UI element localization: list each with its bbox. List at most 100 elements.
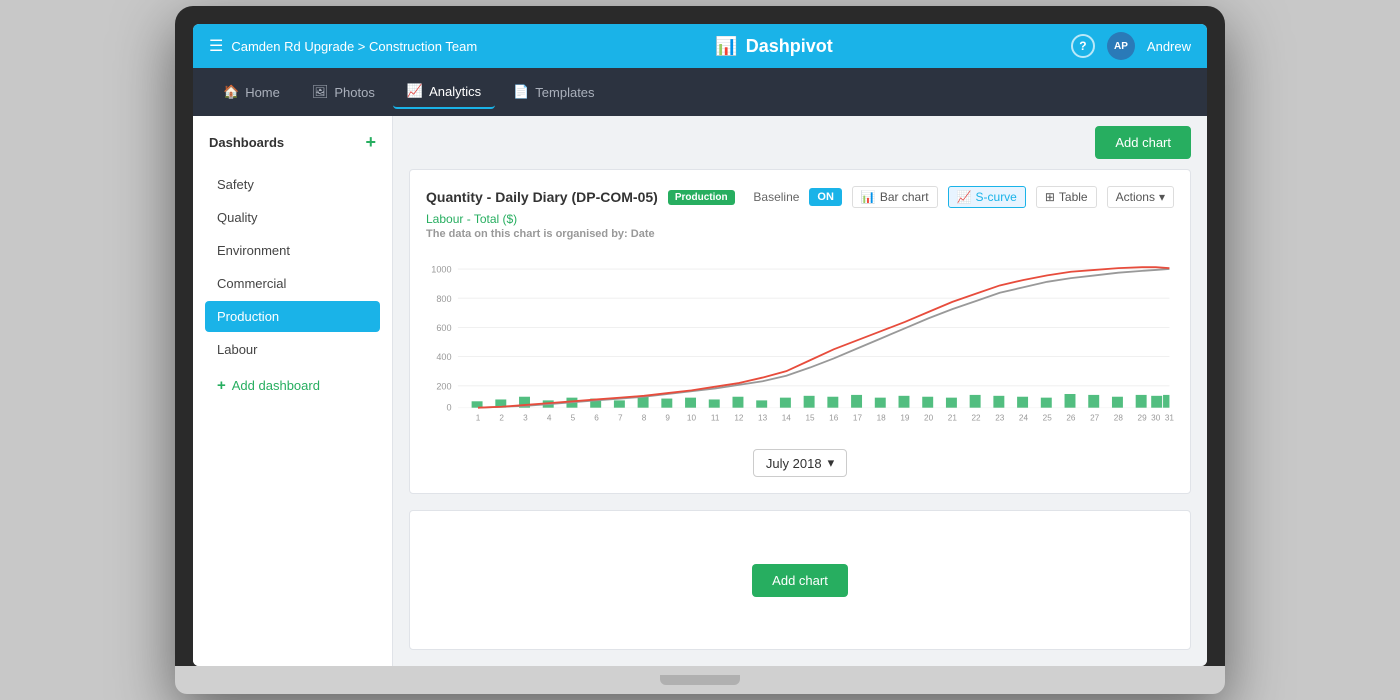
svg-text:17: 17 bbox=[853, 413, 863, 422]
s-curve-button[interactable]: 📈 S-curve bbox=[948, 186, 1026, 208]
sidebar-item-safety[interactable]: Safety bbox=[205, 169, 380, 200]
laptop-screen: ☰ Camden Rd Upgrade > Construction Team … bbox=[193, 24, 1207, 666]
bar-chart-label: Bar chart bbox=[880, 190, 929, 204]
chart-data-note: The data on this chart is organised by: … bbox=[426, 228, 1174, 240]
svg-text:15: 15 bbox=[805, 413, 815, 422]
breadcrumb: Camden Rd Upgrade > Construction Team bbox=[231, 39, 477, 54]
add-dashboard-button[interactable]: + Add dashboard bbox=[205, 369, 380, 402]
svg-text:1: 1 bbox=[476, 413, 481, 422]
svg-text:7: 7 bbox=[618, 413, 623, 422]
dashpivot-logo-icon: 📊 bbox=[715, 36, 737, 57]
hamburger-icon[interactable]: ☰ bbox=[209, 36, 223, 56]
s-curve-label: S-curve bbox=[976, 190, 1017, 204]
chart-title-row: Quantity - Daily Diary (DP-COM-05) Produ… bbox=[426, 189, 735, 205]
svg-text:31: 31 bbox=[1165, 413, 1174, 422]
sidebar: Dashboards + Safety Quality Environment … bbox=[193, 116, 393, 666]
bar-chart-icon: 📊 bbox=[861, 190, 876, 204]
laptop-base bbox=[175, 666, 1225, 694]
add-dashboard-label: Add dashboard bbox=[232, 378, 320, 393]
svg-text:29: 29 bbox=[1138, 413, 1148, 422]
svg-text:11: 11 bbox=[711, 413, 720, 422]
svg-text:30: 30 bbox=[1151, 413, 1161, 422]
nav-label-home: Home bbox=[245, 85, 280, 100]
nav-label-templates: Templates bbox=[535, 85, 594, 100]
svg-text:21: 21 bbox=[948, 413, 958, 422]
date-selector: July 2018 ▾ bbox=[426, 449, 1174, 477]
svg-text:19: 19 bbox=[900, 413, 910, 422]
add-dashboard-icon[interactable]: + bbox=[365, 132, 376, 153]
app-name: Dashpivot bbox=[746, 36, 833, 57]
sidebar-item-commercial[interactable]: Commercial bbox=[205, 268, 380, 299]
date-value: July 2018 bbox=[766, 456, 822, 471]
nav-label-analytics: Analytics bbox=[429, 84, 481, 99]
user-avatar: AP bbox=[1107, 32, 1135, 60]
main-content: Dashboards + Safety Quality Environment … bbox=[193, 116, 1207, 666]
chart-card: Quantity - Daily Diary (DP-COM-05) Produ… bbox=[409, 169, 1191, 494]
svg-text:18: 18 bbox=[877, 413, 887, 422]
top-bar: ☰ Camden Rd Upgrade > Construction Team … bbox=[193, 24, 1207, 68]
home-icon: 🏠 bbox=[223, 84, 239, 100]
sidebar-item-production[interactable]: Production bbox=[205, 301, 380, 332]
top-bar-center: 📊 Dashpivot bbox=[477, 36, 1071, 57]
nav-bar: 🏠 Home 🖼 Photos 📈 Analytics 📄 Templates bbox=[193, 68, 1207, 116]
add-chart-top-button[interactable]: Add chart bbox=[1095, 126, 1191, 159]
actions-chevron-icon: ▾ bbox=[1159, 190, 1165, 204]
table-label: Table bbox=[1059, 190, 1088, 204]
sidebar-title: Dashboards bbox=[209, 135, 284, 150]
svg-text:12: 12 bbox=[734, 413, 744, 422]
sidebar-item-environment[interactable]: Environment bbox=[205, 235, 380, 266]
chart-svg: 1000 800 600 400 200 0 bbox=[426, 252, 1174, 432]
chart-controls: Baseline ON 📊 Bar chart 📈 S-curve bbox=[753, 186, 1174, 208]
photos-icon: 🖼 bbox=[312, 84, 329, 100]
nav-item-home[interactable]: 🏠 Home bbox=[209, 76, 294, 108]
chart-subtitle: Labour - Total ($) bbox=[426, 212, 1174, 226]
chart-card-header: Quantity - Daily Diary (DP-COM-05) Produ… bbox=[426, 186, 1174, 208]
svg-text:9: 9 bbox=[665, 413, 670, 422]
sidebar-item-labour[interactable]: Labour bbox=[205, 334, 380, 365]
svg-text:2: 2 bbox=[499, 413, 504, 422]
svg-text:24: 24 bbox=[1019, 413, 1029, 422]
baseline-toggle[interactable]: ON bbox=[809, 188, 842, 206]
svg-text:10: 10 bbox=[687, 413, 697, 422]
table-button[interactable]: ⊞ Table bbox=[1036, 186, 1097, 208]
help-icon[interactable]: ? bbox=[1071, 34, 1095, 58]
nav-item-photos[interactable]: 🖼 Photos bbox=[298, 76, 389, 108]
svg-text:200: 200 bbox=[436, 381, 451, 391]
svg-text:23: 23 bbox=[995, 413, 1005, 422]
actions-button[interactable]: Actions ▾ bbox=[1107, 186, 1174, 208]
svg-text:4: 4 bbox=[547, 413, 552, 422]
sidebar-header: Dashboards + bbox=[205, 128, 380, 157]
svg-text:13: 13 bbox=[758, 413, 768, 422]
svg-text:5: 5 bbox=[571, 413, 576, 422]
svg-text:20: 20 bbox=[924, 413, 934, 422]
nav-item-templates[interactable]: 📄 Templates bbox=[499, 76, 608, 108]
nav-label-photos: Photos bbox=[334, 85, 374, 100]
top-bar-left: ☰ Camden Rd Upgrade > Construction Team bbox=[209, 36, 477, 56]
chart-svg-container: 1000 800 600 400 200 0 bbox=[426, 252, 1174, 437]
svg-text:6: 6 bbox=[594, 413, 599, 422]
chart-title: Quantity - Daily Diary (DP-COM-05) bbox=[426, 189, 658, 205]
svg-text:27: 27 bbox=[1090, 413, 1100, 422]
laptop-base-notch bbox=[660, 675, 740, 685]
svg-text:14: 14 bbox=[782, 413, 792, 422]
top-bar-right: ? AP Andrew bbox=[1071, 32, 1191, 60]
nav-item-analytics[interactable]: 📈 Analytics bbox=[393, 75, 495, 109]
content-area: Add chart Quantity - Daily Diary (DP-COM… bbox=[393, 116, 1207, 666]
svg-text:3: 3 bbox=[523, 413, 528, 422]
add-chart-center-button[interactable]: Add chart bbox=[752, 564, 848, 597]
svg-text:400: 400 bbox=[436, 352, 451, 362]
actions-label: Actions bbox=[1116, 190, 1155, 204]
date-dropdown-chevron-icon: ▾ bbox=[828, 455, 835, 471]
svg-text:22: 22 bbox=[971, 413, 981, 422]
baseline-label: Baseline bbox=[753, 190, 799, 204]
date-dropdown[interactable]: July 2018 ▾ bbox=[753, 449, 847, 477]
svg-text:600: 600 bbox=[436, 323, 451, 333]
s-curve-icon: 📈 bbox=[957, 190, 972, 204]
add-dashboard-plus-icon: + bbox=[217, 377, 226, 394]
bar-chart-button[interactable]: 📊 Bar chart bbox=[852, 186, 938, 208]
sidebar-item-quality[interactable]: Quality bbox=[205, 202, 380, 233]
user-name[interactable]: Andrew bbox=[1147, 39, 1191, 54]
svg-text:1000: 1000 bbox=[431, 265, 451, 275]
svg-text:800: 800 bbox=[436, 294, 451, 304]
svg-text:25: 25 bbox=[1043, 413, 1053, 422]
